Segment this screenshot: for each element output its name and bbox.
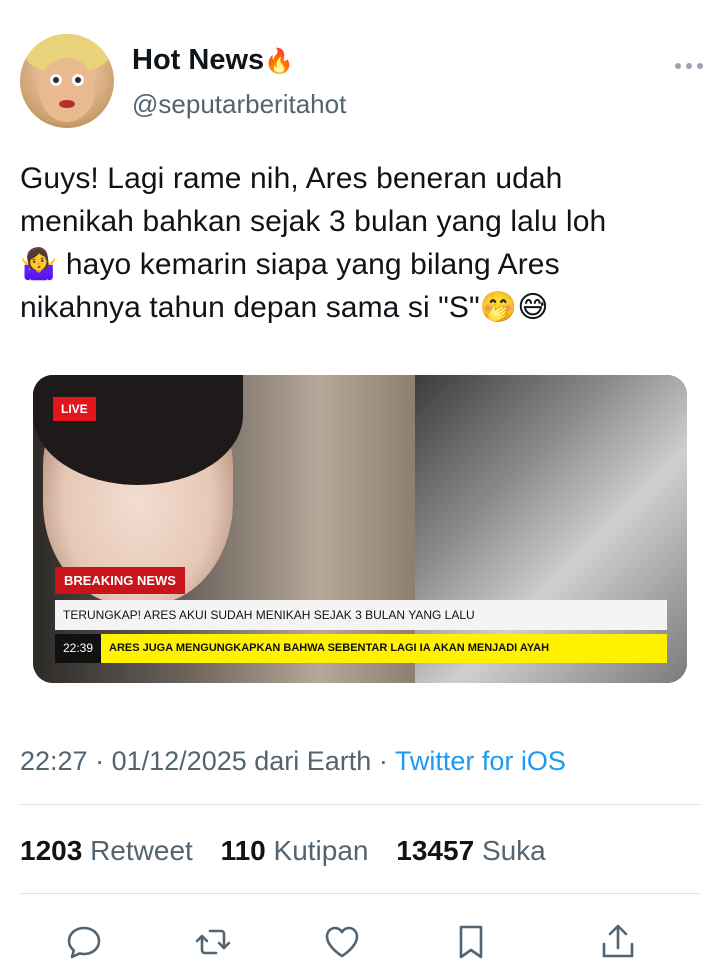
bookmark-icon[interactable] (451, 922, 491, 962)
retweet-icon[interactable] (193, 922, 233, 962)
reply-icon[interactable] (64, 922, 104, 962)
like-icon[interactable] (322, 922, 362, 962)
fire-emoji: 🔥 (264, 48, 295, 75)
retweet-count[interactable]: 1203 Retweet (20, 835, 213, 866)
ticker-text: ARES JUGA MENGUNGKAPKAN BAHWA SEBENTAR L… (109, 642, 550, 654)
quote-count[interactable]: 110 Kutipan (221, 835, 389, 866)
share-icon[interactable] (598, 922, 638, 962)
divider (20, 804, 700, 805)
live-badge: LIVE (53, 397, 96, 421)
more-icon[interactable] (674, 58, 704, 74)
tweet-meta: 22:27 · 01/12/2025 dari Earth · Twitter … (20, 746, 566, 777)
user-handle[interactable]: @seputarberitahot (132, 89, 346, 120)
tweet-time[interactable]: 22:27 (20, 746, 88, 776)
ticker-bar: ARES JUGA MENGUNGKAPKAN BAHWA SEBENTAR L… (101, 634, 667, 663)
meta-separator: · (95, 746, 105, 776)
ticker-time: 22:39 (55, 634, 101, 663)
tweet-stats: 1203 Retweet 110 Kutipan 13457 Suka (20, 835, 566, 867)
breaking-news-label: BREAKING NEWS (55, 567, 185, 594)
headline-bar: TERUNGKAP! ARES AKUI SUDAH MENIKAH SEJAK… (55, 600, 667, 630)
meta-separator: · (378, 746, 388, 776)
avatar[interactable] (20, 34, 114, 128)
tweet-location: dari Earth (254, 746, 372, 776)
like-count[interactable]: 13457 Suka (396, 835, 565, 866)
display-name-text: Hot News (132, 44, 265, 76)
divider (20, 893, 700, 894)
tweet-date[interactable]: 01/12/2025 (112, 746, 247, 776)
tweet-source-link[interactable]: Twitter for iOS (395, 746, 566, 776)
headline-text: TERUNGKAP! ARES AKUI SUDAH MENIKAH SEJAK… (63, 608, 475, 622)
display-name[interactable]: Hot News🔥 (132, 44, 294, 77)
tweet-media[interactable]: LIVE BREAKING NEWS TERUNGKAP! ARES AKUI … (33, 375, 687, 683)
tweet-text: Guys! Lagi rame nih, Ares beneran udah m… (20, 162, 607, 324)
